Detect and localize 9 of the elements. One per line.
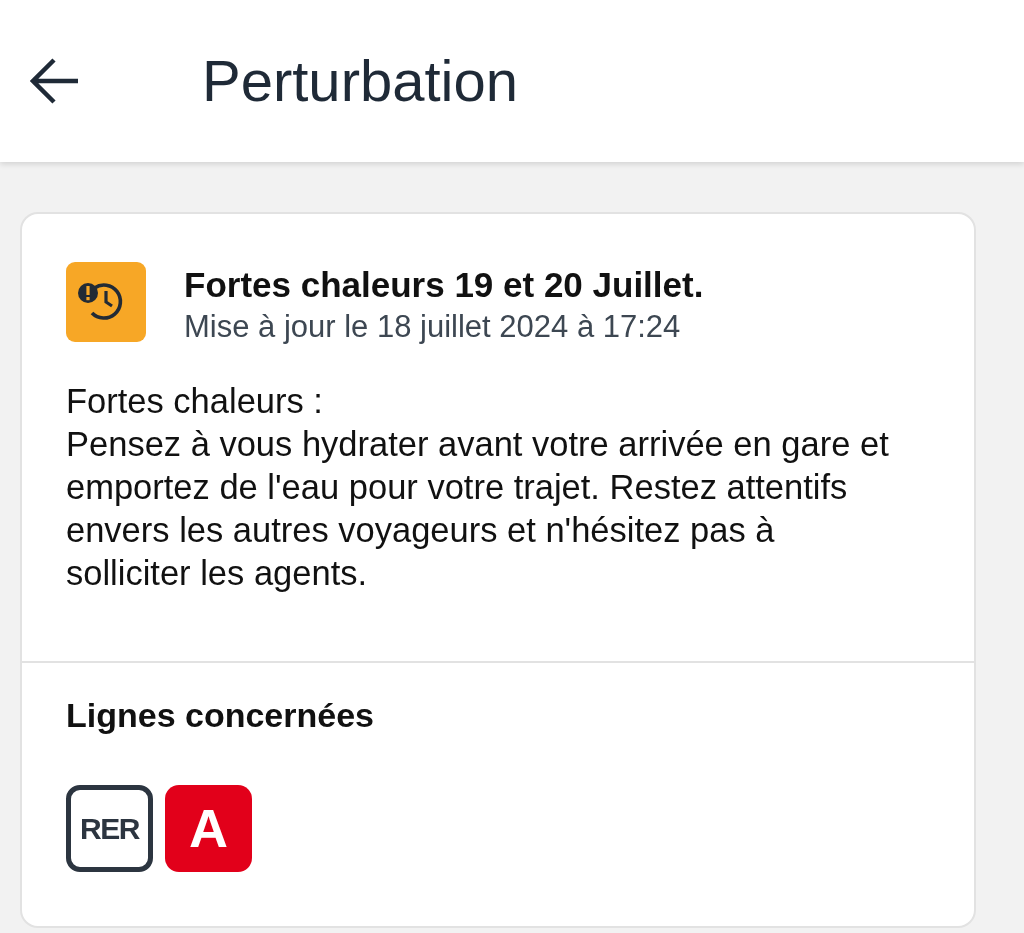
alert-clock-icon bbox=[66, 262, 146, 342]
update-timestamp: Mise à jour le 18 juillet 2024 à 17:24 bbox=[184, 308, 682, 346]
arrow-left-icon bbox=[30, 57, 80, 105]
disruption-message: Fortes chaleurs : Pensez à vous hydrater avant votre arrivée en gare et emportez de l'eau pour votre trajet. Restez attentifs envers les autres voyageurs et n'hésitez pas à solliciter les agents. bbox=[66, 381, 890, 594]
page-title: Perturbation bbox=[202, 48, 518, 114]
section-heading: Lignes concernées bbox=[66, 695, 375, 736]
disruption-title: Fortes chaleurs 19 et 20 Juillet. bbox=[184, 264, 704, 306]
transport-mode-badge: RER bbox=[66, 785, 153, 872]
line-badge: A bbox=[165, 785, 252, 872]
